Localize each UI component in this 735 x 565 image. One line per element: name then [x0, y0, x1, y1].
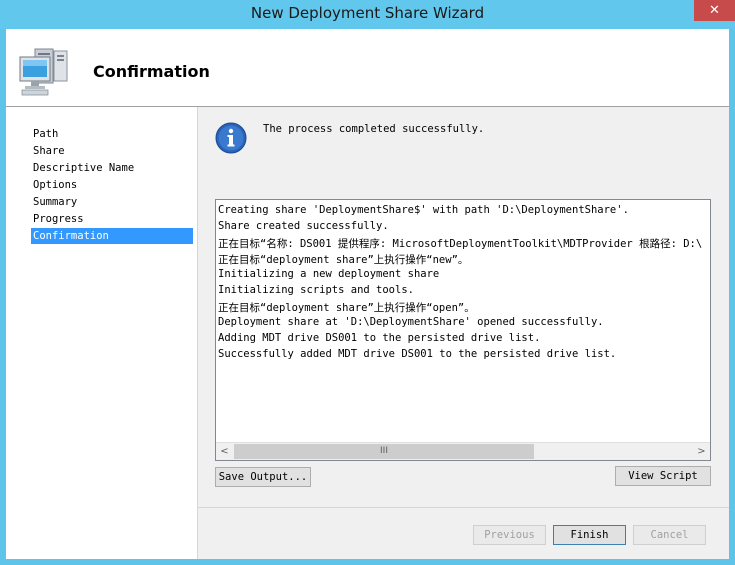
- output-line: Deployment share at 'D:\DeploymentShare'…: [218, 316, 604, 328]
- cancel-button[interactable]: Cancel: [633, 525, 706, 545]
- footer-divider: [198, 507, 729, 508]
- previous-button[interactable]: Previous: [473, 525, 546, 545]
- nav-step-path[interactable]: Path: [31, 126, 193, 142]
- output-line: Adding MDT drive DS001 to the persisted …: [218, 332, 541, 344]
- nav-step-share[interactable]: Share: [31, 143, 193, 159]
- horizontal-scrollbar[interactable]: < III >: [216, 442, 710, 460]
- window-title: New Deployment Share Wizard: [250, 4, 485, 22]
- view-script-button[interactable]: View Script: [615, 466, 711, 486]
- wizard-body: Confirmation Path Share Descriptive Name…: [6, 29, 729, 559]
- nav-step-confirmation[interactable]: Confirmation: [31, 228, 193, 244]
- nav-step-descriptive-name[interactable]: Descriptive Name: [31, 160, 193, 176]
- scroll-left-arrow-icon[interactable]: <: [216, 443, 233, 460]
- page-title: Confirmation: [93, 62, 210, 81]
- nav-step-options[interactable]: Options: [31, 177, 193, 193]
- title-bar[interactable]: New Deployment Share Wizard ✕: [0, 0, 735, 29]
- output-line: 正在目标“deployment share”上执行操作“open”。: [218, 302, 475, 314]
- output-line: Initializing a new deployment share: [218, 268, 440, 280]
- output-line: 正在目标“名称: DS001 提供程序: MicrosoftDeployment…: [218, 238, 703, 250]
- wizard-steps-nav: Path Share Descriptive Name Options Summ…: [6, 107, 198, 559]
- info-icon: [215, 122, 247, 154]
- finish-button[interactable]: Finish: [553, 525, 626, 545]
- wizard-header: Confirmation: [6, 29, 729, 107]
- save-output-button[interactable]: Save Output...: [215, 467, 311, 487]
- output-line: Share created successfully.: [218, 220, 389, 232]
- output-line: 正在目标“deployment share”上执行操作“new”。: [218, 254, 469, 266]
- scroll-right-arrow-icon[interactable]: >: [693, 443, 710, 460]
- nav-step-summary[interactable]: Summary: [31, 194, 193, 210]
- output-line: Creating share 'DeploymentShare$' with p…: [218, 204, 629, 216]
- computer-icon: [19, 48, 68, 96]
- close-button[interactable]: ✕: [694, 0, 735, 21]
- output-line: Initializing scripts and tools.: [218, 284, 414, 296]
- nav-step-progress[interactable]: Progress: [31, 211, 193, 227]
- scrollbar-thumb[interactable]: III: [234, 444, 534, 459]
- status-message: The process completed successfully.: [263, 123, 485, 135]
- output-log[interactable]: Creating share 'DeploymentShare$' with p…: [215, 199, 711, 461]
- output-line: Successfully added MDT drive DS001 to th…: [218, 348, 617, 360]
